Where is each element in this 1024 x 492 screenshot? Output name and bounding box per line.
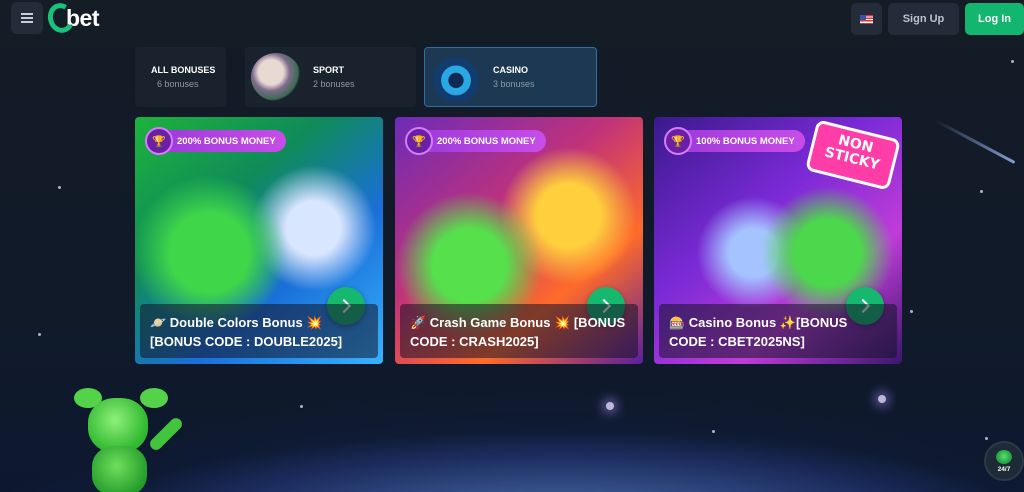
support-chat-button[interactable]: 24/7 (984, 441, 1024, 481)
sport-ball-icon (251, 53, 301, 101)
tab-all-bonuses[interactable]: ALL BONUSES 6 bonuses (135, 47, 226, 107)
hamburger-menu-button[interactable] (11, 2, 43, 34)
badge-label: 200% BONUS MONEY (437, 135, 536, 147)
promo-card-crash-game[interactable]: 🏆 200% BONUS MONEY 🚀 Crash Game Bonus 💥 … (395, 117, 643, 364)
tab-title: ALL BONUSES (151, 65, 216, 75)
cbet-logo[interactable]: bet (44, 0, 100, 36)
mascot-head (88, 398, 148, 453)
roulette-wheel-icon (431, 54, 481, 102)
hamburger-icon (21, 11, 33, 26)
promo-card-casino[interactable]: 🏆 100% BONUS MONEY NON STICKY 🎰 Casino B… (654, 117, 902, 364)
tab-count: 3 bonuses (493, 79, 535, 89)
mascot-arm (147, 415, 185, 453)
bonus-badge: 🏆 200% BONUS MONEY (405, 127, 546, 155)
tab-count: 6 bonuses (157, 79, 199, 89)
tab-count: 2 bonuses (313, 79, 355, 89)
trophy-icon: 🏆 (664, 127, 692, 155)
tab-title: CASINO (493, 65, 529, 75)
promo-card-double-colors[interactable]: 🏆 200% BONUS MONEY 🪐 Double Colors Bonus… (135, 117, 383, 364)
tab-casino[interactable]: CASINO 3 bonuses (424, 47, 597, 107)
alien-mascot-illustration (70, 388, 190, 492)
bonus-badge: 🏆 100% BONUS MONEY (664, 127, 805, 155)
comet (934, 119, 1016, 164)
tab-title: SPORT (313, 65, 345, 75)
us-flag-icon (860, 14, 873, 24)
non-sticky-sticker: NON STICKY (804, 119, 902, 191)
mascot-ear (140, 388, 168, 408)
support-agent-icon (996, 449, 1012, 464)
language-selector[interactable] (851, 3, 882, 35)
mascot-body (92, 446, 147, 492)
promo-title: 🚀 Crash Game Bonus 💥 [BONUS CODE : CRASH… (400, 304, 638, 358)
tab-sport[interactable]: SPORT 2 bonuses (245, 47, 416, 107)
support-label: 24/7 (997, 465, 1011, 473)
sign-up-button[interactable]: Sign Up (888, 3, 959, 35)
badge-label: 200% BONUS MONEY (177, 135, 276, 147)
log-in-button[interactable]: Log In (965, 3, 1024, 35)
trophy-icon: 🏆 (405, 127, 433, 155)
top-bar: bet Sign Up Log In (0, 0, 1024, 38)
bonus-badge: 🏆 200% BONUS MONEY (145, 127, 286, 155)
badge-label: 100% BONUS MONEY (696, 135, 795, 147)
promo-title: 🪐 Double Colors Bonus 💥 [BONUS CODE : DO… (140, 304, 378, 358)
promo-title: 🎰 Casino Bonus ✨[BONUS CODE : CBET2025NS… (659, 304, 897, 358)
trophy-icon: 🏆 (145, 127, 173, 155)
